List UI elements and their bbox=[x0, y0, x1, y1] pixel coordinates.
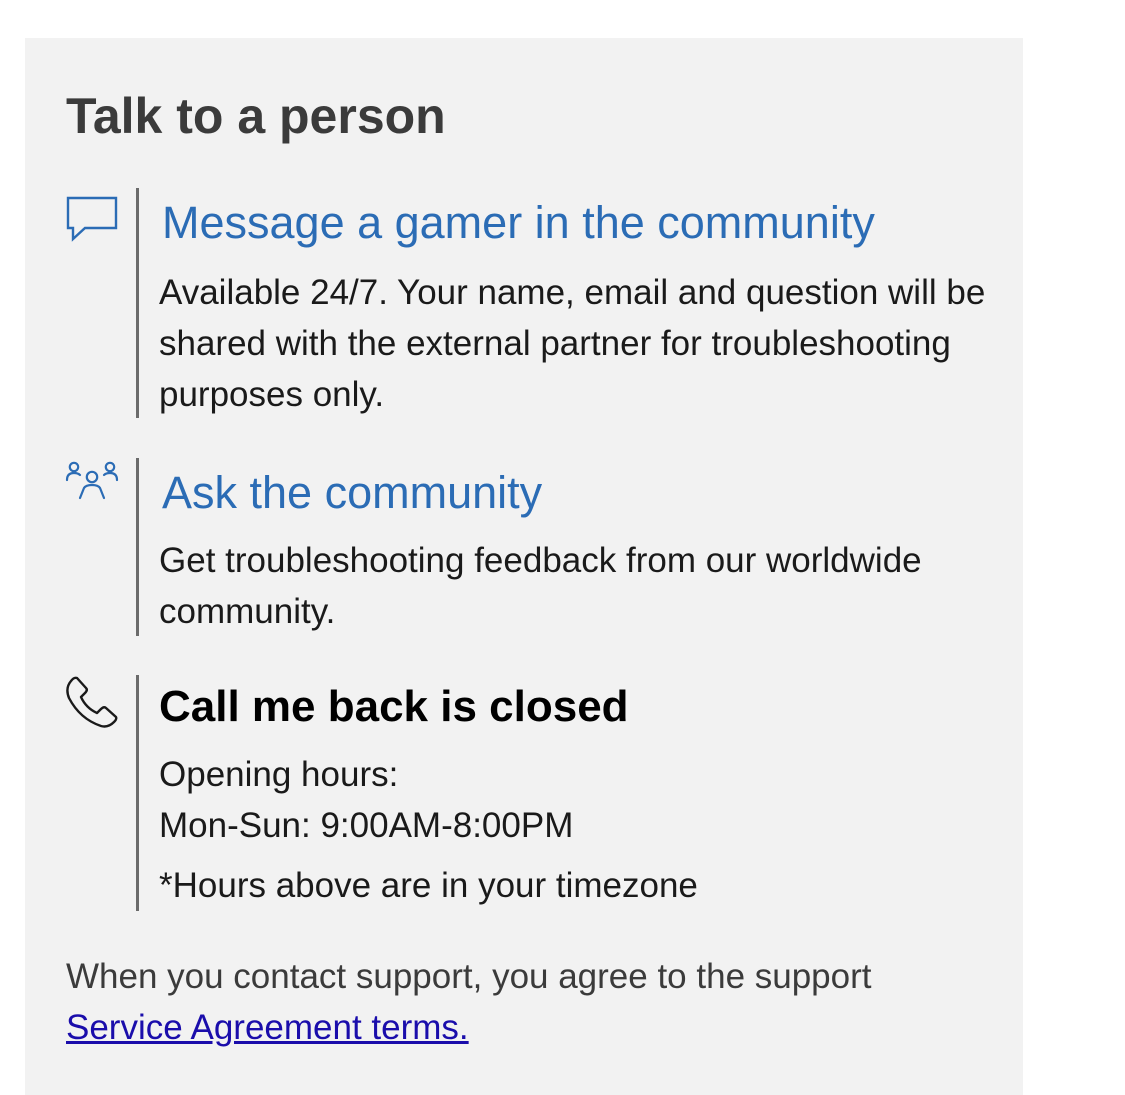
call-back-heading: Call me back is closed bbox=[159, 682, 629, 731]
support-agreement-notice: When you contact support, you agree to t… bbox=[66, 951, 1006, 1053]
opening-hours-value: Mon-Sun: 9:00AM-8:00PM bbox=[159, 806, 574, 845]
talk-to-person-panel: Talk to a person Message a gamer in the … bbox=[25, 38, 1023, 1095]
option-divider bbox=[136, 188, 139, 418]
people-group-icon bbox=[65, 458, 119, 512]
opening-hours-label: Opening hours: bbox=[159, 755, 399, 794]
ask-community-description: Get troubleshooting feedback from our wo… bbox=[159, 541, 922, 631]
phone-icon bbox=[65, 675, 119, 729]
message-gamer-description: Available 24/7. Your name, email and que… bbox=[159, 273, 986, 414]
option-divider bbox=[136, 458, 139, 636]
service-agreement-link[interactable]: Service Agreement terms. bbox=[66, 1008, 469, 1047]
ask-community-link[interactable]: Ask the community bbox=[162, 466, 542, 520]
timezone-note: *Hours above are in your timezone bbox=[159, 866, 698, 905]
message-gamer-link[interactable]: Message a gamer in the community bbox=[162, 196, 875, 250]
chat-bubble-icon bbox=[65, 192, 119, 246]
panel-title: Talk to a person bbox=[66, 88, 446, 144]
option-divider bbox=[136, 675, 139, 911]
support-agreement-text: When you contact support, you agree to t… bbox=[66, 957, 872, 996]
